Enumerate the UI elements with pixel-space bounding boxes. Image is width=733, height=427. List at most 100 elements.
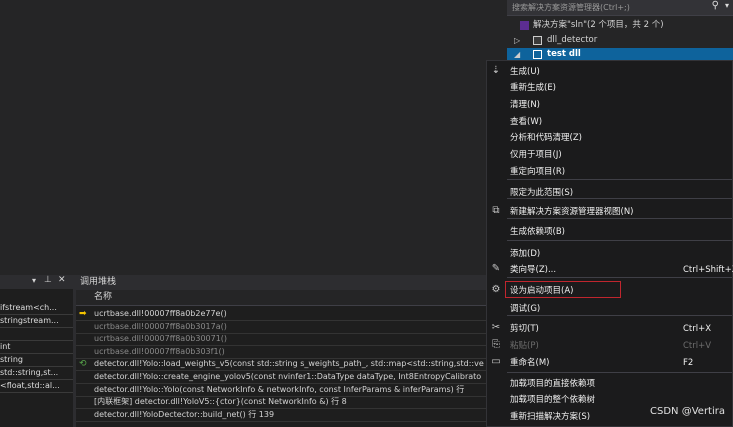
frame-text: detector.dll!Yolo::Yolo(const NetworkInf…: [94, 384, 465, 394]
menu-item[interactable]: ▭ 重命名(M) F2: [487, 355, 733, 371]
editor-area: [0, 0, 507, 275]
menu-item-label: 查看(W): [510, 117, 543, 127]
class-wizard-icon: ✎: [491, 263, 501, 274]
return-point-icon: ⟲: [79, 359, 87, 370]
menu-item-label: 剪切(T): [510, 324, 539, 334]
tree-item-dll-detector[interactable]: ▷ dll_detector: [507, 34, 733, 47]
dropdown-icon[interactable]: ▾: [32, 276, 36, 285]
menu-item-label: 调试(G): [510, 304, 541, 314]
table-row[interactable]: ⟲ detector.dll!Yolo::load_weights_v5(cons…: [76, 358, 486, 372]
paste-icon: ⎘: [492, 339, 500, 350]
frame-text: ucrtbase.dll!00007ff8a0b30071(): [94, 334, 228, 344]
menu-item-label: 加载项目的直接依赖项: [510, 379, 596, 389]
menu-item[interactable]: ✎ 类向导(Z)... Ctrl+Shift+X: [487, 262, 733, 278]
menu-item-shortcut: Ctrl+X: [683, 324, 712, 334]
table-row[interactable]: detector.dll!YoloDectector::build_net() …: [76, 409, 486, 422]
search-icon[interactable]: ⚲: [712, 0, 719, 11]
menu-item-label: 粘贴(P): [510, 341, 539, 351]
table-row[interactable]: ucrtbase.dll!00007ff8a0b303f1(): [76, 346, 486, 359]
list-item[interactable]: ifstream<ch...: [0, 302, 73, 315]
list-item[interactable]: [0, 328, 73, 341]
list-item[interactable]: int: [0, 341, 73, 354]
solution-icon: [520, 21, 529, 30]
menu-item-shortcut: Ctrl+V: [683, 341, 712, 351]
menu-separator: [507, 240, 732, 241]
table-row[interactable]: detector.dll!Yolo::Yolo(const NetworkInf…: [76, 384, 486, 397]
menu-item-label: 仅用于项目(J): [510, 150, 562, 160]
menu-item-label: 新建解决方案资源管理器视图(N): [510, 207, 634, 217]
menu-item-shortcut: F2: [683, 358, 694, 368]
list-item[interactable]: string: [0, 354, 73, 367]
frame-text: detector.dll!Yolo::load_weights_v5(const…: [94, 359, 484, 369]
menu-item[interactable]: ⧉ 新建解决方案资源管理器视图(N): [487, 204, 733, 220]
watermark: CSDN @Vertira: [650, 406, 725, 417]
build-icon: ⇣: [491, 65, 501, 76]
table-row[interactable]: detector.dll!Yolo::create_engine_yolov5(…: [76, 371, 486, 384]
menu-item-label: 生成依赖项(B): [510, 227, 565, 237]
menu-item[interactable]: 生成依赖项(B): [487, 224, 733, 240]
frame-text: ucrtbase.dll!00007ff8a0b3017a(): [94, 321, 227, 331]
menu-item[interactable]: 仅用于项目(J): [487, 147, 733, 163]
menu-item[interactable]: 清理(N): [487, 97, 733, 113]
cut-icon: ✂: [491, 322, 501, 333]
table-row[interactable]: [内联框架] detector.dll!YoloV5::{ctor}(const…: [76, 396, 486, 410]
list-item[interactable]: stringstream...: [0, 315, 73, 328]
tree-item-label: 解决方案"sln"(2 个项目，共 2 个): [533, 20, 664, 30]
menu-separator: [507, 372, 732, 373]
menu-item[interactable]: 查看(W): [487, 114, 733, 130]
context-menu: ⇣ 生成(U) 重新生成(E) 清理(N) 查看(W) 分析和代码清理(Z) 仅用于项目(J…: [486, 60, 733, 427]
call-stack-title: 调用堆栈: [80, 277, 117, 287]
highlight-box: [505, 281, 621, 298]
project-icon: [533, 36, 542, 45]
expand-icon[interactable]: ▷: [514, 34, 520, 47]
list-item[interactable]: std::string,st...: [0, 367, 73, 380]
menu-item-label: 添加(D): [510, 249, 541, 259]
menu-item-label: 类向导(Z)...: [510, 265, 557, 275]
frame-text: detector.dll!YoloDectector::build_net() …: [94, 409, 275, 419]
chevron-down-icon[interactable]: ▾: [725, 1, 729, 10]
menu-item-label: 清理(N): [510, 100, 540, 110]
gear-icon: ⚙: [491, 284, 501, 295]
solution-explorer: 搜索解决方案资源管理器(Ctrl+;) ⚲ ▾ 解决方案"sln"(2 个项目，…: [507, 0, 733, 61]
menu-item-label: 重命名(M): [510, 358, 550, 368]
tree-item-solution[interactable]: 解决方案"sln"(2 个项目，共 2 个): [507, 19, 733, 32]
menu-item[interactable]: 重新生成(E): [487, 80, 733, 96]
frame-text: ucrtbase.dll!00007ff8a0b303f1(): [94, 346, 225, 356]
list-item[interactable]: <float,std::al...: [0, 380, 73, 393]
search-placeholder: 搜索解决方案资源管理器(Ctrl+;): [512, 3, 630, 12]
menu-item-label: 加载项目的整个依赖树: [510, 395, 596, 405]
panel-title: 调用堆栈: [76, 275, 486, 290]
menu-item[interactable]: 限定为此范围(S): [487, 185, 733, 201]
close-icon[interactable]: ✕: [58, 275, 66, 285]
menu-item-label: 限定为此范围(S): [510, 188, 574, 198]
menu-item-label: 生成(U): [510, 67, 540, 77]
menu-item[interactable]: 重定向项目(R): [487, 164, 733, 180]
table-row[interactable]: ucrtbase.dll!00007ff8a0b3017a(): [76, 321, 486, 334]
table-row[interactable]: ➡ ucrtbase.dll!00007ff8a0b2e77e(): [76, 308, 486, 321]
project-icon: [533, 50, 542, 59]
menu-item-label: 重新扫描解决方案(S): [510, 412, 591, 422]
locals-panel: ▾ ⊥ ✕ ifstream<ch... stringstream... int…: [0, 275, 73, 427]
column-name-label: 名称: [94, 292, 113, 302]
frame-text: ucrtbase.dll!00007ff8a0b2e77e(): [94, 309, 227, 318]
menu-item-label: 分析和代码清理(Z): [510, 133, 582, 143]
current-frame-arrow-icon: ➡: [79, 309, 87, 319]
column-header[interactable]: 名称: [76, 290, 486, 306]
menu-item[interactable]: 调试(G): [487, 301, 733, 317]
table-row[interactable]: ucrtbase.dll!00007ff8a0b30071(): [76, 333, 486, 347]
menu-item[interactable]: ✂ 剪切(T) Ctrl+X: [487, 321, 733, 337]
menu-item[interactable]: 添加(D): [487, 246, 733, 262]
frame-text: detector.dll!Yolo::create_engine_yolov5(…: [94, 372, 482, 381]
pin-icon[interactable]: ⊥: [44, 275, 52, 285]
menu-item: ⎘ 粘贴(P) Ctrl+V: [487, 338, 733, 354]
new-view-icon: ⧉: [492, 205, 500, 216]
menu-item[interactable]: ⇣ 生成(U): [487, 64, 733, 80]
panel-header: ▾ ⊥ ✕: [0, 275, 73, 289]
menu-item[interactable]: 分析和代码清理(Z): [487, 130, 733, 146]
menu-item-shortcut: Ctrl+Shift+X: [683, 265, 733, 275]
solution-search-bar[interactable]: 搜索解决方案资源管理器(Ctrl+;) ⚲ ▾: [507, 0, 733, 16]
menu-item-label: 重定向项目(R): [510, 167, 566, 177]
rename-icon: ▭: [491, 356, 501, 367]
menu-item-label: 重新生成(E): [510, 83, 557, 93]
menu-item[interactable]: 加载项目的直接依赖项: [487, 376, 733, 392]
